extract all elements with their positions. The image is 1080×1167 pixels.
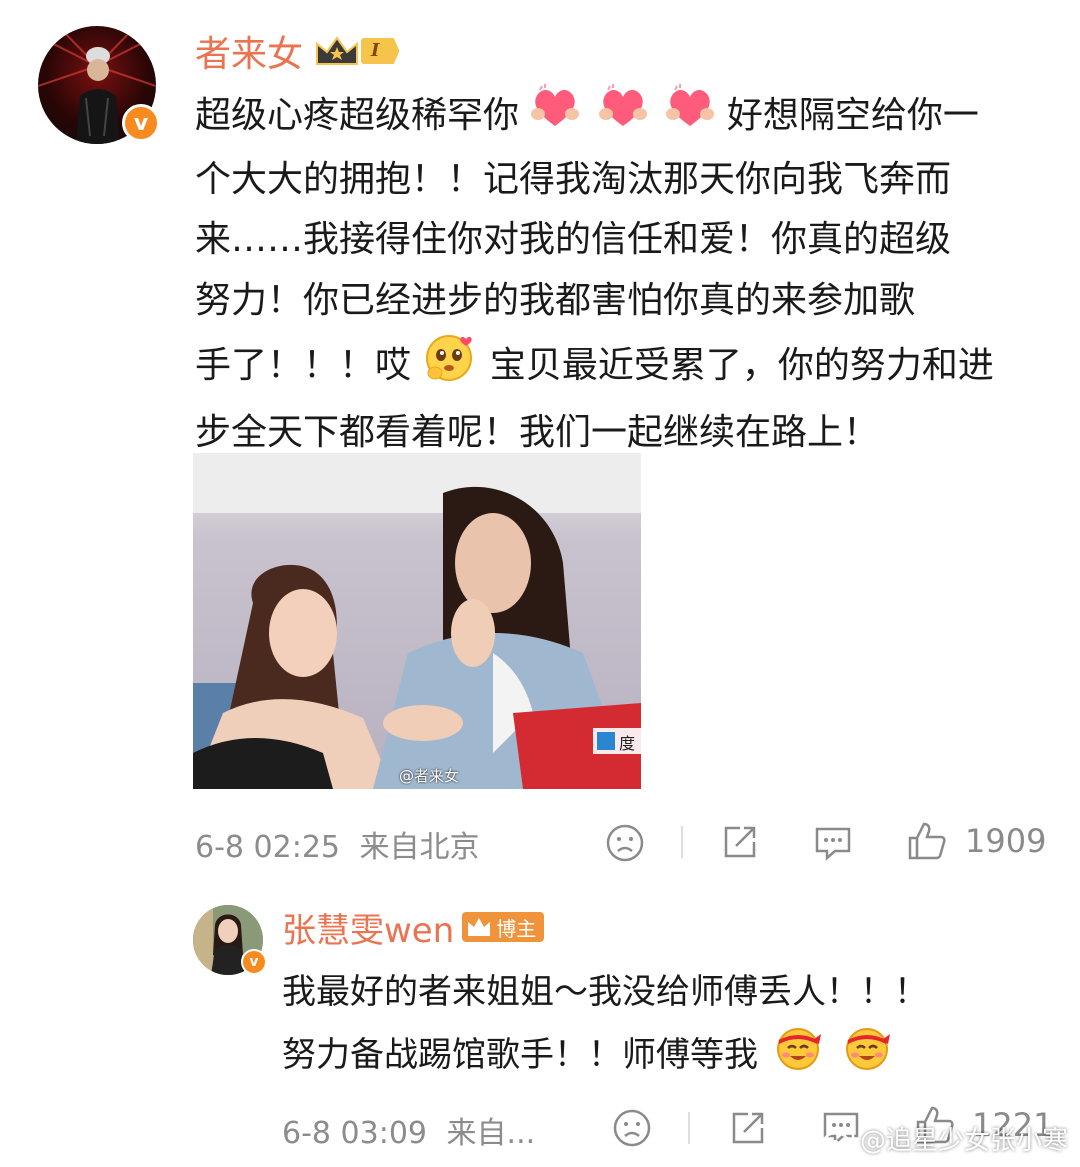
- time-text: 6-8 02:25: [195, 830, 340, 865]
- reaction-face-icon[interactable]: [612, 1108, 652, 1152]
- share-icon[interactable]: [720, 822, 760, 866]
- fighting-emoji-icon: [842, 1022, 892, 1091]
- hugging-heart-emoji-icon: [530, 84, 580, 150]
- weibo-logo-icon: [822, 1127, 855, 1152]
- like-thumb-icon[interactable]: [906, 820, 948, 866]
- comment-line: 超级心疼超级稀罕你 好想隔空给你一: [195, 84, 1055, 150]
- hugging-heart-emoji-icon: [598, 84, 648, 150]
- meta-divider: [681, 826, 683, 858]
- like-count: 1909: [965, 822, 1047, 860]
- comment-line: 手了！！！哎 宝贝最近受累了，你的努力和进: [195, 331, 1055, 403]
- location-text: 来自北京: [359, 830, 480, 865]
- comment-line: 努力备战踢馆歌手！！师傅等我: [282, 1022, 1062, 1091]
- comment-time: 6-8 03:09 来自...: [282, 1108, 535, 1152]
- crown-icon: [468, 918, 491, 936]
- blogger-badge: 博主: [462, 912, 545, 942]
- comment-line: 来……我接得住你对我的信任和爱！你真的超级: [195, 219, 952, 260]
- pleading-emoji-icon: [422, 331, 478, 403]
- comment-username[interactable]: 张慧雯wen 博主: [282, 903, 545, 952]
- level-number: I: [361, 38, 400, 64]
- username-text[interactable]: 张慧雯wen: [282, 903, 454, 952]
- blogger-tag-text: 博主: [496, 916, 537, 941]
- reaction-face-icon[interactable]: [605, 823, 645, 867]
- comment-body: 我最好的者来姐姐～我没给师傅丢人！！！ 努力备战踢馆歌手！！师傅等我: [282, 962, 1062, 1091]
- share-icon[interactable]: [728, 1108, 768, 1152]
- comment-text: 手了！！！哎: [195, 344, 412, 386]
- comment-text: 努力备战踢馆歌手！！师傅等我: [282, 1035, 758, 1075]
- avatar-wrap[interactable]: v: [193, 905, 267, 975]
- crown-icon: [316, 36, 359, 65]
- photo-logo-text: 度: [619, 734, 636, 753]
- watermark-text: @追星少女张小寒: [859, 1126, 1068, 1156]
- comment-text: 宝贝最近受累了，你的努力和进: [489, 344, 994, 386]
- weibo-watermark: @追星少女张小寒: [822, 1120, 1068, 1157]
- comment-line: 努力！你已经进步的我都害怕你真的来参加歌: [195, 279, 916, 321]
- comment-line: 个大大的拥抱！！记得我淘汰那天你向我飞奔而: [195, 158, 952, 200]
- fighting-emoji-icon: [773, 1022, 823, 1091]
- comment-photo[interactable]: 度 @者来女: [193, 453, 641, 789]
- comment-body: 超级心疼超级稀罕你 好想隔空给你一 个大大的拥抱！！记得我淘汰那天你向我飞奔而 …: [195, 84, 1055, 463]
- avatar-wrap[interactable]: v: [38, 26, 160, 144]
- comment-time: 6-8 02:25 来自北京: [195, 822, 480, 866]
- comment-icon[interactable]: [813, 823, 853, 867]
- verified-icon: v: [241, 949, 267, 975]
- location-text: 来自...: [446, 1116, 536, 1151]
- comment-username[interactable]: 者来女 I: [195, 25, 400, 77]
- username-text[interactable]: 者来女: [195, 25, 303, 77]
- comment-text: 超级心疼超级稀罕你: [195, 94, 520, 136]
- photo-illustration: [193, 453, 641, 789]
- comment-text: 好想隔空给你一: [726, 94, 979, 136]
- comment-line: 我最好的者来姐姐～我没给师傅丢人！！！: [282, 972, 928, 1012]
- time-text: 6-8 03:09: [282, 1116, 427, 1151]
- photo-watermark: @者来女: [399, 767, 460, 785]
- level-badge: I: [313, 34, 400, 68]
- hugging-heart-emoji-icon: [665, 84, 715, 150]
- meta-divider: [688, 1112, 690, 1144]
- verified-icon: v: [122, 104, 160, 142]
